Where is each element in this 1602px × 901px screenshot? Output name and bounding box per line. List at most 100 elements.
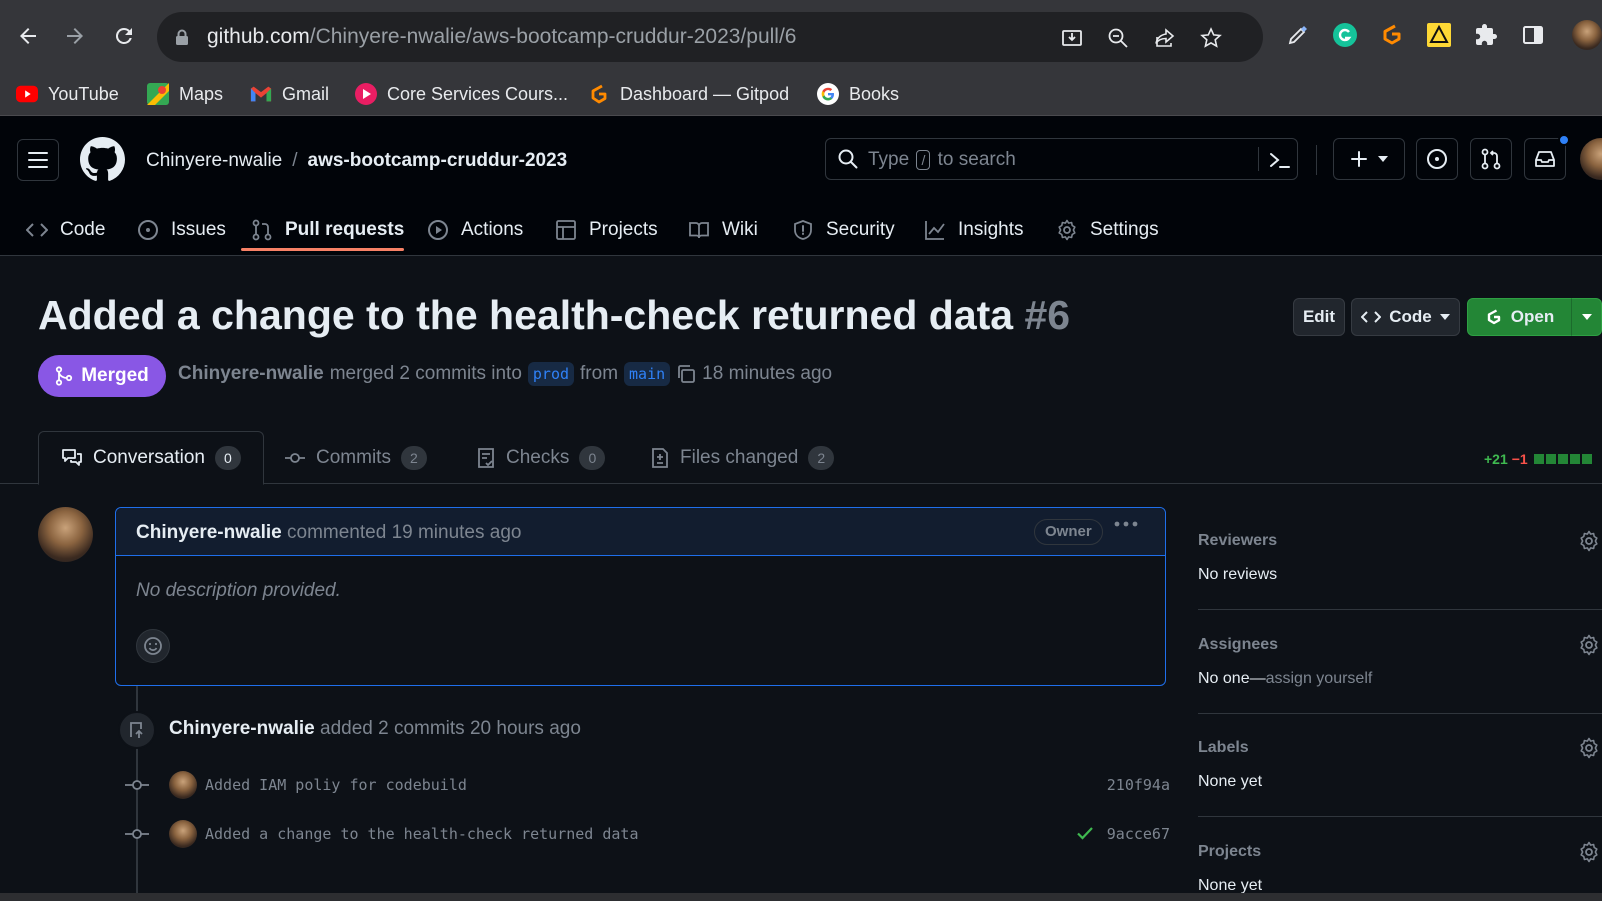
pr-author-link[interactable]: Chinyere-nwalie [178,363,324,385]
commit-author-avatar[interactable] [169,771,197,799]
comment-time[interactable]: 19 minutes ago [392,522,522,543]
diff-block-added [1533,454,1544,464]
commit-row[interactable]: Added IAM poliy for codebuild 210f94a [125,770,1170,800]
gear-icon[interactable] [1578,530,1600,552]
bookmark-books[interactable]: Books [817,80,899,108]
eyedropper-extension-icon[interactable] [1283,20,1313,50]
kebab-menu-icon[interactable] [1114,521,1138,527]
pr-title-text: Added a change to the health-check retur… [38,292,1014,338]
gear-icon[interactable] [1578,841,1600,863]
gear-icon[interactable] [1578,634,1600,656]
inbox-icon [1535,151,1555,167]
tab-settings[interactable]: Settings [1056,210,1159,250]
sidebar-value: No one—assign yourself [1198,670,1373,687]
copy-icon[interactable] [676,364,696,384]
bookmark-star-icon[interactable] [1198,25,1224,51]
forward-button[interactable] [59,20,91,52]
assign-yourself-link[interactable]: assign yourself [1266,670,1373,687]
sidebar-heading[interactable]: Projects [1198,843,1261,861]
timeline-author-link[interactable]: Chinyere-nwalie [169,718,315,739]
diff-deletions: −1 [1511,451,1528,467]
check-icon[interactable] [1076,824,1094,842]
commit-icon [285,452,305,463]
comment-discussion-icon [62,449,82,466]
tab-pull-requests[interactable]: Pull requests [251,210,404,250]
sidebar-heading[interactable]: Reviewers [1198,532,1277,550]
commit-sha[interactable]: 9acce67 [1107,825,1170,843]
breadcrumb-separator: / [292,150,298,171]
diff-block-added [1557,454,1568,464]
sidebar-value: No reviews [1198,566,1278,583]
edit-button[interactable]: Edit [1293,298,1345,336]
pull-requests-button[interactable] [1470,138,1512,180]
tab-actions[interactable]: Actions [427,210,523,250]
breadcrumb: Chinyere-nwalie / aws-bootcamp-cruddur-202… [146,150,567,172]
command-palette-icon[interactable] [1269,150,1291,170]
timeline-event: Chinyere-nwalie added 2 commits 20 hours… [169,718,581,740]
tab-conversation[interactable]: Conversation 0 [38,431,264,485]
tab-checks[interactable]: Checks 0 [476,431,606,484]
head-branch[interactable]: main [624,362,671,386]
create-new-button[interactable] [1333,138,1405,180]
sidebar-value: None yet [1198,773,1263,790]
breadcrumb-owner[interactable]: Chinyere-nwalie [146,150,282,171]
tab-projects[interactable]: Projects [555,210,658,250]
commit-message[interactable]: Added a change to the health-check retur… [205,825,638,843]
open-dropdown-button[interactable] [1571,298,1602,336]
tab-code[interactable]: Code [26,210,105,250]
tab-files-changed[interactable]: Files changed 2 [650,431,835,484]
commit-row[interactable]: Added a change to the health-check retur… [125,819,1170,849]
tab-label: Insights [958,219,1024,240]
commit-sha[interactable]: 210f94a [1107,776,1170,794]
tab-wiki[interactable]: Wiki [688,210,758,250]
install-app-icon[interactable] [1059,25,1085,51]
file-diff-icon [652,447,668,468]
timeline-time[interactable]: 20 hours ago [470,718,581,739]
github-logo-icon[interactable] [80,137,125,182]
share-icon[interactable] [1152,25,1178,51]
search-input[interactable]: Type / to search [825,138,1298,180]
issues-button[interactable] [1416,138,1458,180]
commit-author-avatar[interactable] [169,820,197,848]
tab-security[interactable]: Security [792,210,895,250]
sidebar-heading[interactable]: Assignees [1198,636,1278,654]
tab-issues[interactable]: Issues [137,210,226,250]
zoom-out-icon[interactable] [1105,25,1131,51]
code-dropdown-button[interactable]: Code [1351,298,1460,336]
breadcrumb-repo[interactable]: aws-bootcamp-cruddur-2023 [308,150,568,171]
open-in-gitpod-button[interactable]: Open [1467,298,1572,336]
bookmark-maps[interactable]: Maps [147,80,223,108]
bookmark-gitpod[interactable]: Dashboard — Gitpod [588,80,789,108]
warning-extension-icon[interactable] [1424,20,1454,50]
grammarly-extension-icon[interactable] [1330,20,1360,50]
tab-insights[interactable]: Insights [924,210,1023,250]
reload-button[interactable] [108,20,140,52]
comment-byline: Chinyere-nwalie commented 19 minutes ago [136,522,521,544]
add-reaction-button[interactable] [136,629,170,663]
menu-button[interactable] [17,139,59,181]
comment-author-link[interactable]: Chinyere-nwalie [136,522,282,543]
diff-block-added [1569,454,1580,464]
bookmark-core-services[interactable]: Core Services Cours... [355,80,568,108]
tab-label: Pull requests [285,219,405,240]
extensions-puzzle-icon[interactable] [1471,20,1501,50]
commit-icon [125,776,149,794]
chevron-down-icon [1581,314,1592,320]
tab-commits[interactable]: Commits 2 [284,431,427,484]
user-avatar[interactable] [1580,138,1602,180]
sidebar-heading[interactable]: Labels [1198,739,1249,757]
bookmark-youtube[interactable]: YouTube [16,80,119,108]
base-branch[interactable]: prod [527,362,575,386]
gear-icon[interactable] [1578,737,1600,759]
browser-profile-avatar[interactable] [1572,20,1602,50]
gitpod-extension-icon[interactable] [1377,20,1407,50]
tab-counter: 0 [579,445,606,470]
browser-toolbar: github.com/Chinyere-nwalie/aws-bootcamp-… [0,0,1602,72]
commit-message[interactable]: Added IAM poliy for codebuild [205,776,467,794]
gmail-icon [250,83,272,105]
back-button[interactable] [12,20,44,52]
comment-author-avatar[interactable] [38,507,93,562]
address-bar[interactable]: github.com/Chinyere-nwalie/aws-bootcamp-… [157,12,1263,62]
side-panel-icon[interactable] [1518,20,1548,50]
bookmark-gmail[interactable]: Gmail [250,80,329,108]
